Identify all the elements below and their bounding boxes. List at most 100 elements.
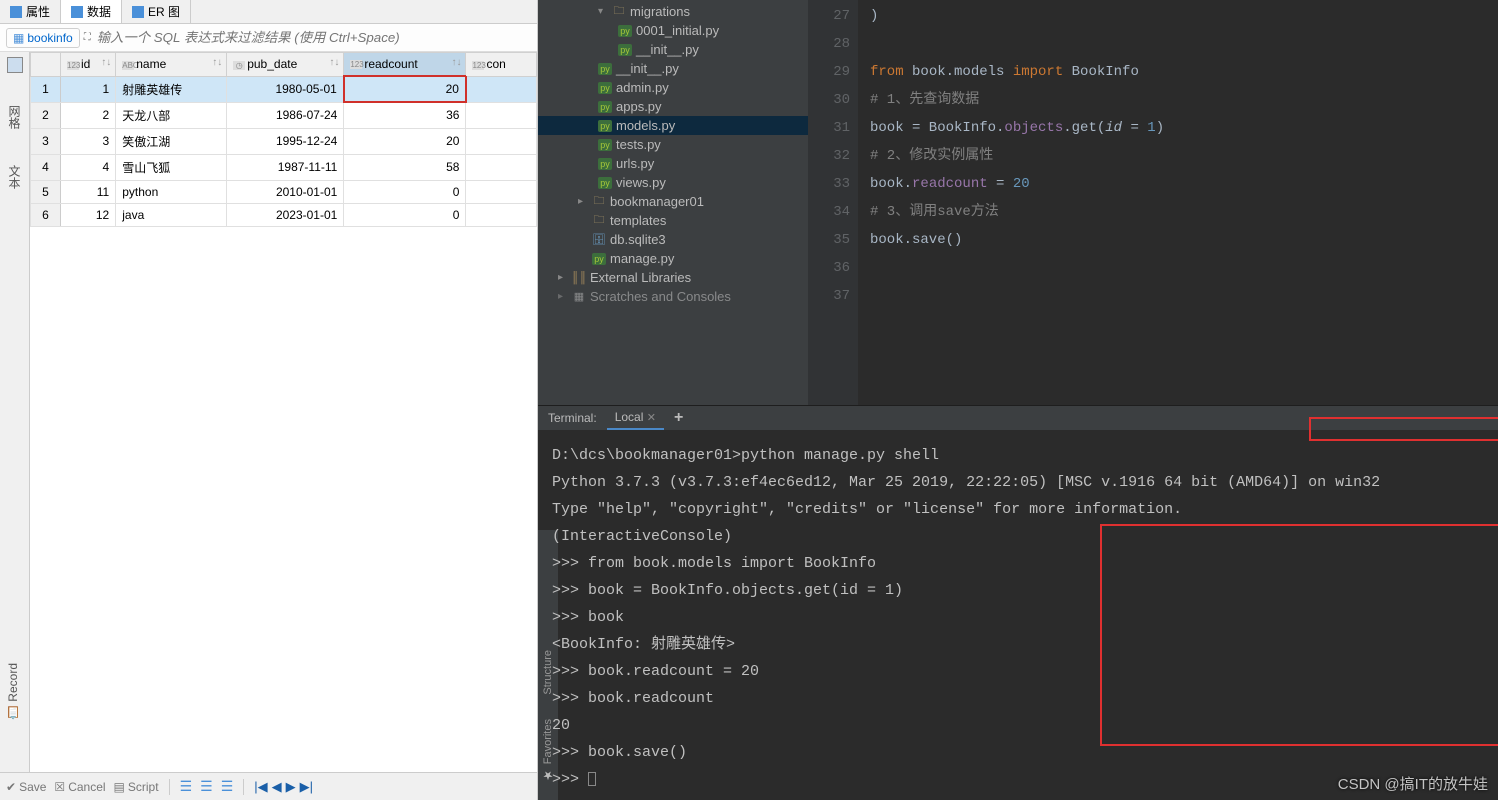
cell-id[interactable]: 3 (61, 128, 116, 154)
menu-icon-3[interactable]: ☰ (221, 778, 234, 795)
cell-name[interactable]: 射雕英雄传 (116, 76, 227, 102)
record-sidebar-tab[interactable]: 📋 Record (4, 623, 22, 760)
col-con[interactable]: 123con (466, 53, 537, 77)
tree-file-init-mig[interactable]: py__init__.py (538, 40, 808, 59)
table-name-chip[interactable]: ▦bookinfo (6, 28, 80, 48)
code-content[interactable]: ) from book.models import BookInfo# 1、先查… (858, 0, 1498, 405)
cell-name[interactable]: 天龙八部 (116, 102, 227, 128)
cell-pubdate[interactable]: 1980-05-01 (227, 76, 344, 102)
tree-file-sqlite[interactable]: 🗄db.sqlite3 (538, 230, 808, 249)
text-view-tab[interactable]: 文本 (4, 157, 25, 197)
cell-name[interactable]: 笑傲江湖 (116, 128, 227, 154)
close-icon[interactable]: ✕ (647, 412, 656, 424)
project-tree[interactable]: ▾🗀migrations py0001_initial.py py__init_… (538, 0, 808, 405)
code-line[interactable]: book.save() (870, 226, 1498, 254)
cell-con[interactable] (466, 102, 537, 128)
cell-pubdate[interactable]: 2023-01-01 (227, 203, 344, 226)
code-line[interactable]: # 1、先查询数据 (870, 86, 1498, 114)
tree-file-initial[interactable]: py0001_initial.py (538, 21, 808, 40)
menu-icon-2[interactable]: ☰ (200, 778, 213, 795)
cell-con[interactable] (466, 154, 537, 180)
cell-id[interactable]: 1 (61, 76, 116, 102)
tree-folder-templates[interactable]: 🗀templates (538, 211, 808, 230)
grid-view-tab[interactable]: 网格 (4, 97, 25, 137)
code-line[interactable]: book.readcount = 20 (870, 170, 1498, 198)
cell-readcount[interactable]: 36 (344, 102, 466, 128)
tree-file-views[interactable]: pyviews.py (538, 173, 808, 192)
cell-id[interactable]: 11 (61, 180, 116, 203)
tree-scratches[interactable]: ▸▦Scratches and Consoles (538, 287, 808, 306)
cell-name[interactable]: python (116, 180, 227, 203)
table-row[interactable]: 3 3 笑傲江湖 1995-12-24 20 (31, 128, 537, 154)
tree-file-apps[interactable]: pyapps.py (538, 97, 808, 116)
cell-readcount[interactable]: 20 (344, 128, 466, 154)
cell-id[interactable]: 2 (61, 102, 116, 128)
col-name[interactable]: ABCname↑↓ (116, 53, 227, 77)
cell-readcount[interactable]: 0 (344, 203, 466, 226)
col-readcount[interactable]: 123readcount↑↓ (344, 53, 466, 77)
tree-folder-migrations[interactable]: ▾🗀migrations (538, 2, 808, 21)
expand-icon[interactable]: ⛶ (84, 32, 91, 43)
table-row[interactable]: 5 11 python 2010-01-01 0 (31, 180, 537, 203)
code-line[interactable]: book = BookInfo.objects.get(id = 1) (870, 114, 1498, 142)
cell-readcount[interactable]: 58 (344, 154, 466, 180)
tab-er-diagram[interactable]: ER 图 (122, 0, 191, 23)
tree-folder-bookmanager[interactable]: ▸🗀bookmanager01 (538, 192, 808, 211)
tree-file-models[interactable]: pymodels.py (538, 116, 808, 135)
cell-con[interactable] (466, 76, 537, 102)
code-line[interactable]: from book.models import BookInfo (870, 58, 1498, 86)
table-row[interactable]: 6 12 java 2023-01-01 0 (31, 203, 537, 226)
add-terminal-icon[interactable]: + (674, 409, 683, 427)
tab-data[interactable]: 数据 (61, 0, 122, 23)
save-button[interactable]: ✔ Save (6, 780, 46, 794)
nav-prev-icon[interactable]: ◀ (272, 779, 282, 795)
cell-pubdate[interactable]: 1986-07-24 (227, 102, 344, 128)
col-id[interactable]: 123id↑↓ (61, 53, 116, 77)
cell-id[interactable]: 4 (61, 154, 116, 180)
cancel-button[interactable]: ☒ Cancel (54, 780, 105, 794)
sort-icon[interactable]: ↑↓ (451, 57, 461, 68)
code-line[interactable] (870, 282, 1498, 310)
nav-first-icon[interactable]: |◀ (254, 779, 267, 795)
code-line[interactable]: # 3、调用save方法 (870, 198, 1498, 226)
table-row[interactable]: 2 2 天龙八部 1986-07-24 36 (31, 102, 537, 128)
code-editor[interactable]: 2728293031323334353637 ) from book.model… (808, 0, 1498, 405)
sort-icon[interactable]: ↑↓ (212, 57, 222, 68)
cell-con[interactable] (466, 180, 537, 203)
cell-name[interactable]: 雪山飞狐 (116, 154, 227, 180)
nav-last-icon[interactable]: ▶| (300, 779, 313, 795)
tree-file-tests[interactable]: pytests.py (538, 135, 808, 154)
code-line[interactable] (870, 254, 1498, 282)
code-line[interactable]: # 2、修改实例属性 (870, 142, 1498, 170)
menu-icon-1[interactable]: ☰ (180, 778, 193, 795)
grid-view-icon[interactable] (7, 57, 23, 73)
cell-name[interactable]: java (116, 203, 227, 226)
data-table[interactable]: 123id↑↓ ABCname↑↓ ◷pub_date↑↓ 123readcou… (30, 52, 537, 772)
sort-icon[interactable]: ↑↓ (101, 57, 111, 68)
tree-file-init[interactable]: py__init__.py (538, 59, 808, 78)
tree-file-admin[interactable]: pyadmin.py (538, 78, 808, 97)
sort-icon[interactable]: ↑↓ (329, 57, 339, 68)
table-row[interactable]: 4 4 雪山飞狐 1987-11-11 58 (31, 154, 537, 180)
script-button[interactable]: ▤ Script (114, 780, 159, 794)
col-pubdate[interactable]: ◷pub_date↑↓ (227, 53, 344, 77)
tree-file-urls[interactable]: pyurls.py (538, 154, 808, 173)
cell-pubdate[interactable]: 1987-11-11 (227, 154, 344, 180)
table-row[interactable]: 1 1 射雕英雄传 1980-05-01 20 (31, 76, 537, 102)
cell-readcount[interactable]: 20 (344, 76, 466, 102)
cell-pubdate[interactable]: 1995-12-24 (227, 128, 344, 154)
code-line[interactable] (870, 30, 1498, 58)
cell-id[interactable]: 12 (61, 203, 116, 226)
filter-input[interactable] (91, 28, 531, 47)
terminal-body[interactable]: D:\dcs\bookmanager01>python manage.py sh… (538, 430, 1498, 805)
cell-con[interactable] (466, 128, 537, 154)
cell-con[interactable] (466, 203, 537, 226)
col-rownum[interactable] (31, 53, 61, 77)
tree-file-manage[interactable]: pymanage.py (538, 249, 808, 268)
tree-external-libs[interactable]: ▸║║External Libraries (538, 268, 808, 287)
nav-next-icon[interactable]: ▶ (286, 779, 296, 795)
cell-pubdate[interactable]: 2010-01-01 (227, 180, 344, 203)
code-line[interactable]: ) (870, 2, 1498, 30)
terminal-tab-local[interactable]: Local ✕ (607, 406, 664, 430)
cell-readcount[interactable]: 0 (344, 180, 466, 203)
